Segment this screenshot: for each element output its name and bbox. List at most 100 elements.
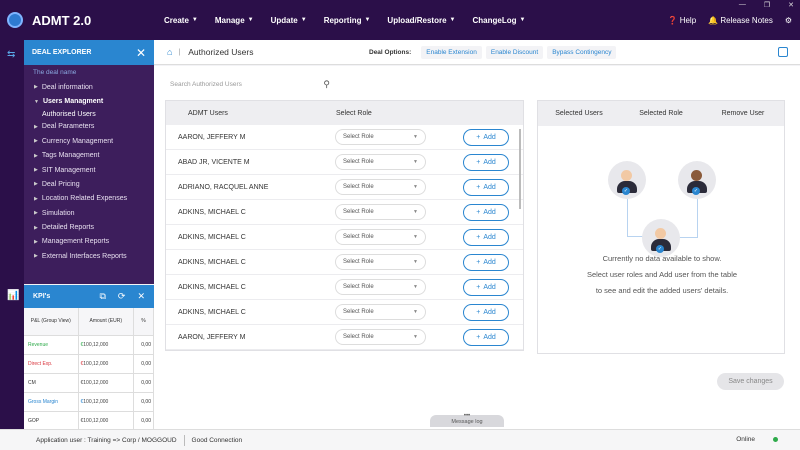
kpi-title: KPI's: [33, 293, 51, 300]
triangle-right-icon: ▶: [34, 181, 38, 188]
nav-changelog[interactable]: ChangeLog ▼: [473, 16, 526, 25]
sidebar-item-tags-management[interactable]: ▶ Tags Management: [24, 149, 154, 163]
enable-extension-button[interactable]: Enable Extension: [421, 46, 482, 59]
gear-icon[interactable]: ⚙: [785, 16, 792, 25]
role-select[interactable]: Select Role ▼: [335, 254, 426, 270]
add-user-button[interactable]: + Add: [463, 303, 509, 321]
kpi-pct: 0,00: [133, 392, 154, 412]
scrollbar[interactable]: [519, 129, 521, 209]
nav-update[interactable]: Update ▼: [271, 16, 307, 25]
table-row: ADKINS, MICHAEL C Select Role ▼ + Add: [166, 300, 523, 325]
sidebar-item-detailed-reports[interactable]: ▶ Detailed Reports: [24, 220, 154, 234]
kpi-label: GOP: [24, 411, 79, 431]
add-user-button[interactable]: + Add: [463, 178, 509, 196]
plus-icon: +: [476, 258, 481, 266]
sidebar-item-deal-pricing[interactable]: ▶ Deal Pricing: [24, 177, 154, 191]
restore-icon[interactable]: ❐: [764, 1, 770, 9]
search-icon[interactable]: ⚲: [323, 79, 330, 90]
close-window-icon[interactable]: ✕: [788, 1, 794, 9]
kpi-col-header: Amount (EUR): [78, 308, 134, 336]
copy-icon[interactable]: ⧉: [99, 291, 105, 302]
triangle-right-icon: ▶: [34, 152, 38, 159]
nav-label: Update: [270, 15, 298, 25]
add-user-button[interactable]: + Add: [463, 278, 509, 296]
sidebar-item-location-related-expenses[interactable]: ▶ Location Related Expenses: [24, 192, 154, 206]
minimize-icon[interactable]: —: [739, 1, 746, 9]
col-header-selected-role: Selected Role: [639, 110, 683, 117]
nav-manage[interactable]: Manage ▼: [215, 16, 254, 25]
sidebar-item-management-reports[interactable]: ▶ Management Reports: [24, 235, 154, 249]
users-table-header: ADMT Users Select Role: [166, 101, 523, 125]
nav-upload-restore[interactable]: Upload/Restore ▼: [387, 16, 455, 25]
checklist-icon[interactable]: [778, 47, 788, 57]
bypass-contingency-button[interactable]: Bypass Contingency: [547, 46, 617, 59]
role-select[interactable]: Select Role ▼: [335, 179, 426, 195]
role-select[interactable]: Select Role ▼: [335, 154, 426, 170]
drag-handle-icon[interactable]: •••: [430, 412, 504, 420]
kpi-chart-icon[interactable]: 📊: [7, 290, 19, 301]
kpi-row: Revenue €100,12,000 0,00: [24, 335, 154, 355]
kpi-amount-value: 100,12,000: [83, 398, 109, 405]
caret-down-icon: ▼: [247, 17, 254, 23]
page-title: Authorized Users: [188, 47, 254, 57]
add-user-button[interactable]: + Add: [463, 228, 509, 246]
search-input[interactable]: Search Authorized Users: [170, 81, 242, 88]
role-select-value: Select Role: [343, 284, 374, 290]
sidebar-item-label: Deal Pricing: [41, 180, 80, 188]
sidebar-item-simulation[interactable]: ▶ Simulation: [24, 206, 154, 220]
sidebar-item-deal-information[interactable]: ▶ Deal information: [24, 80, 154, 94]
kpi-amount-value: 100,12,000: [83, 379, 109, 386]
save-changes-button[interactable]: Save changes: [717, 373, 784, 390]
nav-create[interactable]: Create ▼: [164, 16, 198, 25]
kpi-pct: 0,00: [133, 335, 154, 355]
col-header-remove-user: Remove User: [721, 110, 765, 117]
sidebar-item-external-interfaces-reports[interactable]: ▶ External Interfaces Reports: [24, 249, 154, 263]
window-controls: — ❐ ✕: [739, 1, 794, 9]
home-icon[interactable]: ⌂: [167, 47, 172, 57]
sidebar-item-deal-parameters[interactable]: ▶ Deal Parameters: [24, 120, 154, 134]
role-select[interactable]: Select Role ▼: [335, 229, 426, 245]
add-user-button[interactable]: + Add: [463, 128, 509, 146]
message-log-tab[interactable]: ••• Message log: [430, 412, 504, 427]
triangle-down-icon: ▼: [34, 98, 39, 105]
sidebar-item-sit-management[interactable]: ▶ SIT Management: [24, 163, 154, 177]
nav-label: Upload/Restore: [387, 15, 447, 25]
sidebar-item-users-managment[interactable]: ▼ Users Managment: [24, 94, 154, 108]
online-dot-icon: [773, 437, 778, 442]
nav-label: ChangeLog: [472, 15, 517, 25]
role-select[interactable]: Select Role ▼: [335, 204, 426, 220]
add-label: Add: [483, 283, 496, 291]
sidebar-item-currency-management[interactable]: ▶ Currency Management: [24, 134, 154, 148]
sidebar-item-label: Management Reports: [41, 238, 110, 246]
users-table: ADMT Users Select Role AARON, JEFFERY M S…: [165, 100, 524, 351]
release-notes-button[interactable]: 🔔 Release Notes: [708, 16, 773, 25]
caret-down-icon: ▼: [300, 17, 307, 23]
kpi-label: Revenue: [24, 335, 79, 355]
triangle-right-icon: ▶: [34, 195, 38, 202]
deal-explorer-icon[interactable]: ⇆: [7, 49, 18, 60]
status-divider: [183, 434, 185, 446]
add-user-button[interactable]: + Add: [463, 153, 509, 171]
deal-explorer-title: DEAL EXPLORER: [32, 49, 92, 56]
role-select[interactable]: Select Role ▼: [335, 129, 426, 145]
sidebar-subitem-authorised-users[interactable]: Authorised Users: [24, 109, 154, 120]
nav-reporting[interactable]: Reporting ▼: [324, 16, 371, 25]
close-icon[interactable]: ✕: [137, 291, 145, 302]
role-select[interactable]: Select Role ▼: [335, 329, 426, 345]
role-select[interactable]: Select Role ▼: [335, 304, 426, 320]
add-user-button[interactable]: + Add: [463, 203, 509, 221]
enable-discount-button[interactable]: Enable Discount: [485, 46, 544, 59]
chevron-down-icon: ▼: [413, 209, 418, 215]
help-button[interactable]: ❓ Help: [667, 16, 696, 25]
refresh-icon[interactable]: ⟳: [118, 291, 126, 302]
role-select[interactable]: Select Role ▼: [335, 279, 426, 295]
role-select-value: Select Role: [343, 184, 374, 190]
close-icon[interactable]: ✕: [136, 46, 146, 60]
triangle-right-icon: ▶: [34, 224, 38, 231]
add-user-button[interactable]: + Add: [463, 253, 509, 271]
triangle-right-icon: ▶: [34, 138, 38, 145]
kpi-amount: €100,12,000: [78, 354, 134, 374]
add-user-button[interactable]: + Add: [463, 328, 509, 346]
top-nav: Create ▼ Manage ▼ Update ▼ Reporting ▼ Uploa…: [164, 16, 542, 25]
search-bar[interactable]: Search Authorized Users ⚲: [170, 76, 330, 92]
